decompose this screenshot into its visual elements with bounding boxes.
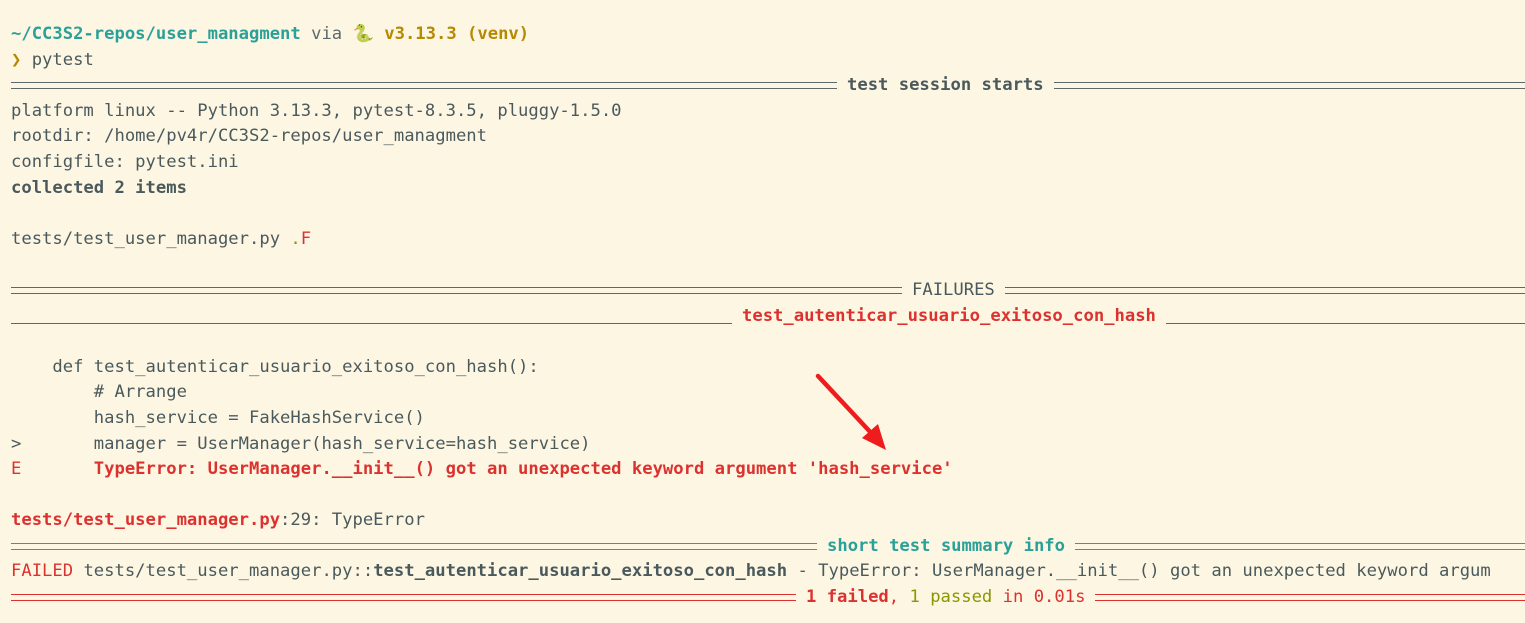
code-line-2: # Arrange (11, 382, 187, 403)
line-marker: > (11, 433, 22, 454)
error-text: TypeError: UserManager.__init__() got an… (21, 459, 953, 480)
configfile-line: configfile: pytest.ini (11, 151, 239, 172)
failed-count: 1 failed (806, 587, 889, 608)
platform-line: platform linux -- Python 3.13.3, pytest-… (11, 100, 622, 121)
location-file: tests/test_user_manager.py (11, 510, 281, 531)
failed-message: - TypeError: UserManager.__init__() got … (787, 561, 1491, 582)
red-arrow-annotation (815, 373, 886, 450)
result-fail: F (300, 228, 312, 249)
final-result-separator: 1 failed, 1 passed in 0.01s (11, 585, 1525, 611)
error-line: E TypeError: UserManager.__init__() got … (11, 457, 1525, 483)
result-pass: . (290, 228, 301, 249)
python-version: v3.13.3 (venv) (373, 24, 530, 44)
location-rest: :29: TypeError (280, 510, 425, 531)
code-line-3: hash_service = FakeHashService() (11, 407, 425, 428)
error-marker: E (11, 459, 22, 480)
final-result: 1 failed, 1 passed in 0.01s (796, 585, 1095, 611)
prompt-path: ~/CC3S2-repos/user_managment (11, 24, 301, 44)
failing-code-text: manager = UserManager(hash_service=hash_… (21, 433, 591, 454)
session-separator: test session starts (11, 73, 1525, 99)
result-separator: , (888, 587, 910, 608)
passed-count: 1 passed (909, 587, 993, 608)
duration: in 0.01s (992, 587, 1086, 608)
failing-code-line: > manager = UserManager(hash_service=has… (11, 432, 1525, 458)
prompt-symbol: ❯ (11, 49, 22, 70)
python-icon: 🐍 (352, 24, 374, 44)
failed-test-name: test_autenticar_usuario_exitoso_con_hash (373, 561, 788, 582)
prompt-via: via (300, 24, 353, 44)
code-line-1: def test_autenticar_usuario_exitoso_con_… (11, 356, 539, 377)
collected-line: collected 2 items (11, 177, 187, 198)
summary-separator: short test summary info (11, 534, 1525, 560)
test-file-result: tests/test_user_manager.py .F (11, 227, 1525, 253)
command-line[interactable]: ❯ pytest (11, 48, 1525, 74)
failed-label: FAILED (11, 561, 74, 582)
shell-prompt: ~/CC3S2-repos/user_managment via 🐍 v3.13… (11, 22, 1525, 48)
error-location: tests/test_user_manager.py:29: TypeError (11, 508, 1525, 534)
failures-separator: FAILURES (11, 278, 1525, 304)
command-text: pytest (21, 49, 94, 70)
test-name-separator: test_autenticar_usuario_exitoso_con_hash (11, 304, 1525, 330)
terminal-output: ~/CC3S2-repos/user_managment via 🐍 v3.13… (11, 22, 1525, 611)
summary-failed-line: FAILED tests/test_user_manager.py::test_… (11, 559, 1525, 585)
summary-header: short test summary info (827, 535, 1065, 556)
failed-path: tests/test_user_manager.py:: (73, 561, 374, 582)
failures-header: FAILURES (912, 279, 995, 300)
test-file-name: tests/test_user_manager.py (11, 228, 291, 249)
session-header: test session starts (847, 75, 1044, 96)
rootdir-line: rootdir: /home/pv4r/CC3S2-repos/user_man… (11, 126, 487, 147)
failing-test-name: test_autenticar_usuario_exitoso_con_hash (742, 305, 1156, 326)
